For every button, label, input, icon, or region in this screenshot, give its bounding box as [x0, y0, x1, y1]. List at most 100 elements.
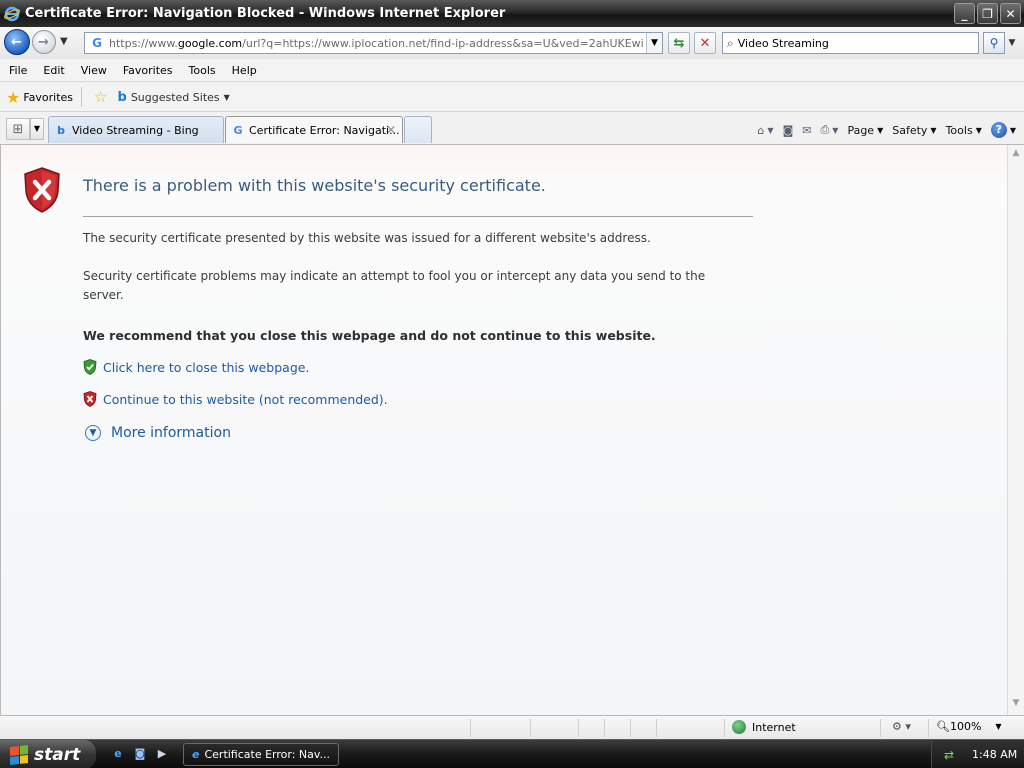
quicklaunch-explorer-icon[interactable]: ◙ — [132, 746, 148, 762]
tab-list-dropdown[interactable]: ▼ — [30, 118, 44, 140]
refresh-icon: ⇆ — [673, 35, 685, 51]
menu-tools[interactable]: Tools — [181, 64, 224, 77]
protected-mode-button[interactable]: ⚙ ▾ — [892, 720, 911, 733]
more-information-label[interactable]: More information — [111, 425, 231, 441]
recommendation-text: We recommend that you close this webpage… — [83, 328, 656, 343]
safety-menu[interactable]: Safety ▼ — [892, 124, 936, 137]
add-to-favorites-bar-icon[interactable]: ☆ — [94, 88, 107, 106]
taskbar: start e ◙ ▶ e Certificate Error: Nav... … — [0, 739, 1024, 768]
page-content: There is a problem with this website's s… — [0, 145, 1007, 715]
chevron-down-icon: ▼ — [223, 92, 230, 102]
address-dropdown[interactable]: ▼ — [646, 33, 662, 53]
status-divider — [630, 719, 631, 737]
menu-file[interactable]: File — [0, 64, 35, 77]
help-button[interactable]: ? ▼ — [990, 122, 1016, 138]
suggested-sites-button[interactable]: b Suggested Sites ▼ — [118, 90, 230, 105]
search-value[interactable]: Video Streaming — [738, 37, 829, 50]
search-options-dropdown[interactable]: ▼ — [1006, 32, 1018, 54]
start-button[interactable]: start — [0, 740, 96, 768]
title-bar: Certificate Error: Navigation Blocked - … — [0, 0, 1024, 27]
browser-chrome: ← → ▼ G https://www.google.com/url?q=htt… — [0, 27, 1024, 145]
page-menu[interactable]: Page ▼ — [847, 124, 883, 137]
chevron-down-icon: ▼ — [767, 125, 774, 135]
tab-bar: ⊞ ▼ b Video Streaming - Bing G Certifica… — [0, 113, 1024, 145]
red-shield-icon — [83, 391, 97, 407]
feeds-button[interactable]: ◙ — [783, 124, 794, 137]
command-bar: ⌂ ▼ ◙ ✉ ⎙ ▼ Page ▼ Safety ▼ Tools ▼ ? ▼ — [748, 119, 1016, 141]
stop-icon: ✕ — [699, 35, 711, 51]
address-url[interactable]: https://www.google.com/url?q=https://www… — [109, 37, 644, 50]
error-shield-icon — [24, 167, 60, 213]
chevron-down-icon: ▼ — [832, 125, 839, 135]
tab-video-streaming[interactable]: b Video Streaming - Bing — [48, 116, 224, 143]
safety-menu-label: Safety — [892, 123, 928, 137]
chevron-down-icon: ▼ — [1009, 125, 1016, 135]
tools-menu[interactable]: Tools ▼ — [946, 124, 982, 137]
tab-label: Certificate Error: Navigati... — [249, 123, 400, 137]
window-title: Certificate Error: Navigation Blocked - … — [25, 6, 506, 21]
forward-button[interactable]: → — [32, 30, 56, 54]
minimize-button[interactable]: _ — [954, 3, 975, 24]
menu-favorites[interactable]: Favorites — [115, 64, 181, 77]
status-divider — [578, 719, 579, 737]
quicklaunch-media-icon[interactable]: ▶ — [154, 746, 170, 762]
stop-button[interactable]: ✕ — [694, 32, 716, 54]
favorites-star-icon: ★ — [6, 87, 21, 107]
quick-tabs-button[interactable]: ⊞ — [6, 118, 30, 140]
status-divider — [880, 719, 881, 737]
read-mail-button[interactable]: ✉ — [802, 124, 811, 137]
zoom-level: 100% — [949, 720, 982, 733]
scroll-up-icon[interactable]: ▲ — [1010, 148, 1022, 162]
home-button[interactable]: ⌂ ▼ — [757, 124, 773, 137]
favorites-button[interactable]: ★ Favorites — [6, 88, 73, 107]
status-divider — [604, 719, 605, 737]
rss-icon: ◙ — [782, 123, 794, 137]
address-bar[interactable]: G https://www.google.com/url?q=https://w… — [84, 32, 663, 54]
search-button[interactable]: ⚲ — [983, 32, 1005, 54]
status-divider — [724, 719, 725, 737]
more-information-toggle[interactable]: ▼ More information — [85, 425, 231, 441]
scroll-down-icon[interactable]: ▼ — [1010, 698, 1022, 712]
quick-tabs-icon: ⊞ — [12, 121, 24, 137]
refresh-button[interactable]: ⇆ — [668, 32, 690, 54]
security-zone[interactable]: Internet — [732, 720, 796, 734]
page-title: There is a problem with this website's s… — [83, 176, 546, 195]
taskbar-window-label: Certificate Error: Nav... — [204, 748, 331, 761]
recent-pages-dropdown[interactable]: ▼ — [60, 36, 68, 47]
close-webpage-link[interactable]: Click here to close this webpage. — [83, 359, 309, 375]
globe-icon — [732, 720, 746, 734]
status-divider — [530, 719, 531, 737]
network-icon[interactable]: ⇄ — [944, 748, 958, 762]
close-webpage-link-label[interactable]: Click here to close this webpage. — [103, 360, 309, 375]
search-input[interactable]: ⌕ Video Streaming — [722, 32, 979, 54]
vertical-scrollbar[interactable]: ▲ ▼ — [1007, 145, 1024, 715]
page-menu-label: Page — [847, 123, 875, 137]
taskbar-window-button[interactable]: e Certificate Error: Nav... — [183, 743, 339, 766]
favorites-label: Favorites — [23, 90, 74, 104]
menu-bar: File Edit View Favorites Tools Help — [0, 59, 1024, 82]
tab-label: Video Streaming - Bing — [72, 123, 199, 137]
continue-to-website-link[interactable]: Continue to this website (not recommende… — [83, 391, 388, 407]
new-tab-button[interactable] — [404, 116, 432, 143]
bing-icon: b — [117, 89, 127, 105]
tab-certificate-error[interactable]: G Certificate Error: Navigati... ✕ — [225, 116, 403, 143]
bing-icon: b — [57, 123, 65, 137]
quicklaunch-ie-icon[interactable]: e — [110, 746, 126, 762]
print-button[interactable]: ⎙ ▼ — [820, 123, 838, 137]
suggested-sites-label: Suggested Sites — [130, 90, 220, 104]
certificate-mismatch-text: The security certificate presented by th… — [83, 231, 651, 245]
menu-edit[interactable]: Edit — [35, 64, 72, 77]
clock[interactable]: 1:48 AM — [972, 748, 1017, 761]
google-favicon-icon: G — [92, 36, 102, 50]
back-button[interactable]: ← — [4, 29, 30, 55]
menu-view[interactable]: View — [73, 64, 115, 77]
zoom-control[interactable]: 🔍︎ 100% ▼ — [936, 720, 1002, 733]
close-window-button[interactable]: ✕ — [1000, 3, 1021, 24]
menu-help[interactable]: Help — [224, 64, 265, 77]
divider — [83, 216, 753, 217]
close-tab-icon[interactable]: ✕ — [386, 123, 396, 137]
forward-arrow-icon: → — [38, 35, 49, 50]
divider — [81, 87, 83, 107]
maximize-button[interactable]: ❐ — [977, 3, 998, 24]
continue-link-label[interactable]: Continue to this website (not recommende… — [103, 392, 388, 407]
